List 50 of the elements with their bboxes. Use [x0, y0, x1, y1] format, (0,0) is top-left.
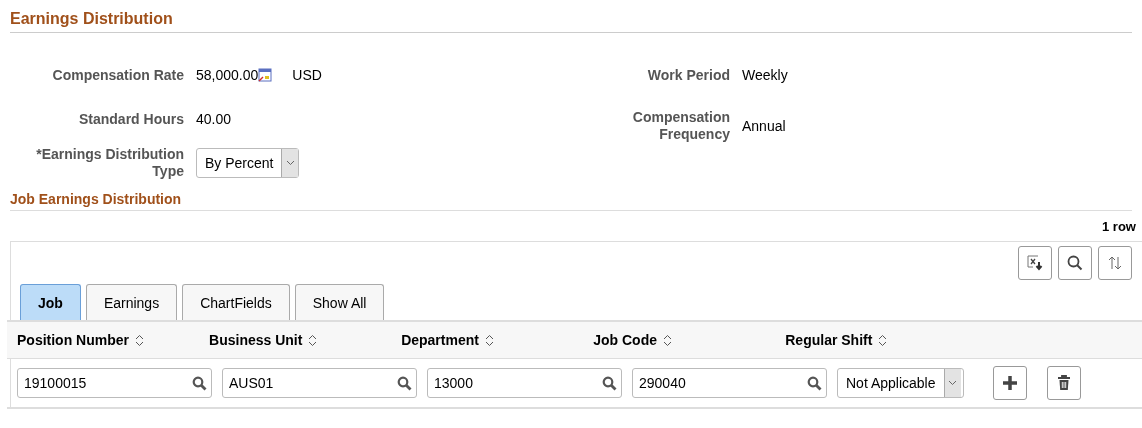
sort-icon[interactable]	[878, 333, 888, 347]
shift-dropdown[interactable]: Not Applicable	[837, 368, 964, 398]
sort-icon[interactable]	[135, 333, 144, 347]
tab[interactable]: ChartFields	[182, 284, 290, 320]
field-label: *Earnings Distribution Type	[35, 146, 185, 180]
currency-value: USD	[292, 67, 322, 83]
export-icon	[1027, 255, 1043, 271]
add-row-button[interactable]	[993, 366, 1028, 400]
field-value: Annual	[742, 118, 786, 134]
field-label: Compensation Rate	[51, 66, 185, 84]
field-label: Standard Hours	[78, 110, 185, 128]
distribution-type-dropdown[interactable]: By Percent	[196, 148, 300, 178]
row-count: 1 row	[1102, 218, 1137, 234]
calculator-icon[interactable]	[258, 68, 273, 82]
search-icon	[1067, 255, 1083, 271]
section-title: Earnings Distribution	[10, 10, 1132, 33]
tab[interactable]: Job	[20, 284, 81, 320]
lookup-field[interactable]: 19100015	[17, 368, 212, 398]
sort-button[interactable]	[1098, 246, 1132, 280]
grid-title: Job Earnings Distribution	[10, 191, 1132, 211]
lookup-field[interactable]: 13000	[427, 368, 622, 398]
search-icon[interactable]	[602, 375, 617, 391]
export-button[interactable]	[1018, 246, 1052, 280]
column-header[interactable]: Job Code	[593, 332, 657, 348]
tab[interactable]: Earnings	[85, 284, 178, 320]
delete-row-button[interactable]	[1047, 366, 1082, 400]
lookup-field[interactable]: AUS01	[222, 368, 417, 398]
field-value: 58,000.00	[196, 67, 259, 83]
lookup-field[interactable]: 290040	[632, 368, 827, 398]
sort-icon[interactable]	[484, 333, 494, 347]
sort-icon[interactable]	[308, 333, 318, 347]
field-value: Weekly	[742, 67, 788, 83]
column-header[interactable]: Position Number	[17, 332, 129, 348]
search-button[interactable]	[1058, 246, 1092, 280]
field-label: Work Period	[646, 66, 731, 84]
search-icon[interactable]	[397, 375, 412, 391]
trash-icon	[1057, 375, 1072, 391]
tab[interactable]: Show All	[294, 284, 385, 320]
column-header[interactable]: Business Unit	[209, 332, 303, 348]
search-icon[interactable]	[192, 375, 207, 391]
column-header[interactable]: Regular Shift	[785, 332, 873, 348]
chevron-down-icon	[948, 380, 957, 386]
column-header[interactable]: Department	[401, 332, 479, 348]
field-label: Compensation Frequency	[631, 109, 731, 143]
chevron-down-icon	[286, 160, 295, 166]
plus-icon	[1002, 375, 1019, 391]
sort-icon[interactable]	[662, 333, 672, 347]
field-value: 40.00	[196, 111, 232, 127]
search-icon[interactable]	[807, 375, 822, 391]
sort-arrows-icon	[1107, 255, 1123, 271]
